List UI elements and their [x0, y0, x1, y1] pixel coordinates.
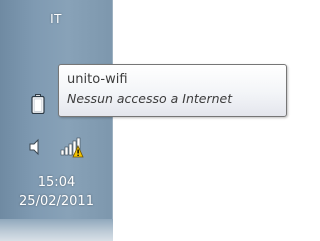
network-warning-icon[interactable] — [59, 136, 85, 158]
clock-time[interactable]: 15:04 — [0, 175, 113, 190]
network-tooltip: unito-wifi Nessun accesso a Internet — [58, 64, 287, 117]
taskbar: IT 15:04 25/02/2011 — [0, 0, 113, 241]
language-indicator[interactable]: IT — [38, 12, 74, 26]
clock-date[interactable]: 25/02/2011 — [0, 194, 113, 209]
speaker-icon[interactable] — [28, 138, 44, 156]
network-status: Nessun accesso a Internet — [67, 91, 233, 106]
network-name: unito-wifi — [67, 72, 128, 87]
battery-icon[interactable] — [31, 94, 45, 115]
show-desktop-strip[interactable] — [0, 219, 113, 241]
